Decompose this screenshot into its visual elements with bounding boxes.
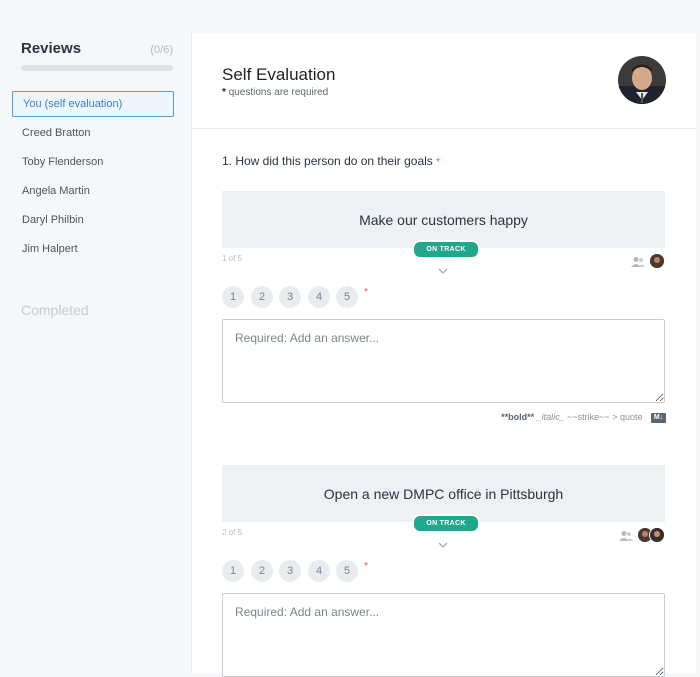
rating-2[interactable]: 2 bbox=[251, 286, 273, 308]
markdown-icon: M↓ bbox=[651, 412, 666, 423]
rating-3[interactable]: 3 bbox=[279, 560, 301, 582]
sidebar-item-toby-flenderson[interactable]: Toby Flenderson bbox=[12, 150, 174, 176]
review-count: (0/6) bbox=[150, 44, 173, 56]
rating-required-star: * bbox=[364, 287, 368, 298]
rating-2[interactable]: 2 bbox=[251, 560, 273, 582]
rating-3[interactable]: 3 bbox=[279, 286, 301, 308]
question-title: 1. How did this person do on their goals… bbox=[222, 154, 440, 168]
sidebar-item-self-evaluation[interactable]: You (self evaluation) bbox=[12, 91, 174, 117]
question-required-star: * bbox=[436, 157, 441, 168]
rating-1[interactable]: 1 bbox=[222, 560, 244, 582]
avatar bbox=[618, 56, 666, 104]
chevron-down-icon[interactable] bbox=[438, 266, 448, 276]
goal-title: Make our customers happy bbox=[359, 211, 528, 228]
rating-4[interactable]: 4 bbox=[308, 560, 330, 582]
md-quote-hint: > quote bbox=[612, 412, 643, 422]
answer-textarea[interactable] bbox=[222, 319, 665, 403]
assignee-avatar bbox=[649, 527, 665, 543]
chevron-down-icon[interactable] bbox=[438, 540, 448, 550]
sidebar-item-jim-halpert[interactable]: Jim Halpert bbox=[12, 237, 174, 263]
goal-title: Open a new DMPC office in Pittsburgh bbox=[323, 485, 564, 502]
sidebar-item-angela-martin[interactable]: Angela Martin bbox=[12, 179, 174, 205]
sidebar: Reviews (0/6) You (self evaluation) Cree… bbox=[0, 0, 190, 669]
assignee-avatar bbox=[649, 253, 665, 269]
rating-5[interactable]: 5 bbox=[336, 560, 358, 582]
required-note-star: * bbox=[222, 87, 226, 98]
rating-5[interactable]: 5 bbox=[336, 286, 358, 308]
reviews-progress-bar bbox=[21, 65, 173, 71]
question-text: 1. How did this person do on their goals bbox=[222, 154, 433, 168]
evaluation-header: Self Evaluation * questions are required bbox=[192, 33, 696, 129]
answer-textarea[interactable] bbox=[222, 593, 665, 677]
markdown-hint: **bold** _italic_ ~~strike~~ > quote M↓ bbox=[501, 412, 666, 423]
goal-index: 2 of 5 bbox=[222, 528, 243, 537]
status-badge: ON TRACK bbox=[412, 240, 480, 259]
rating-1[interactable]: 1 bbox=[222, 286, 244, 308]
rating-4[interactable]: 4 bbox=[308, 286, 330, 308]
md-italic-hint: _italic_ bbox=[536, 412, 565, 422]
sidebar-title: Reviews bbox=[21, 40, 82, 57]
completed-heading: Completed bbox=[21, 302, 89, 318]
required-note-text: questions are required bbox=[228, 87, 329, 98]
evaluation-panel: Self Evaluation * questions are required… bbox=[191, 33, 696, 677]
goal-index: 1 of 5 bbox=[222, 254, 243, 263]
required-note: * questions are required bbox=[222, 87, 328, 98]
status-badge: ON TRACK bbox=[412, 514, 480, 533]
sidebar-item-creed-bratton[interactable]: Creed Bratton bbox=[12, 121, 174, 147]
rating-required-star: * bbox=[364, 561, 368, 572]
md-strike-hint: ~~strike~~ bbox=[567, 412, 610, 422]
sidebar-item-daryl-philbin[interactable]: Daryl Philbin bbox=[12, 208, 174, 234]
people-icon bbox=[631, 257, 645, 267]
people-icon bbox=[619, 531, 633, 541]
md-bold-hint: **bold** bbox=[501, 412, 535, 422]
page-title: Self Evaluation bbox=[222, 65, 336, 84]
